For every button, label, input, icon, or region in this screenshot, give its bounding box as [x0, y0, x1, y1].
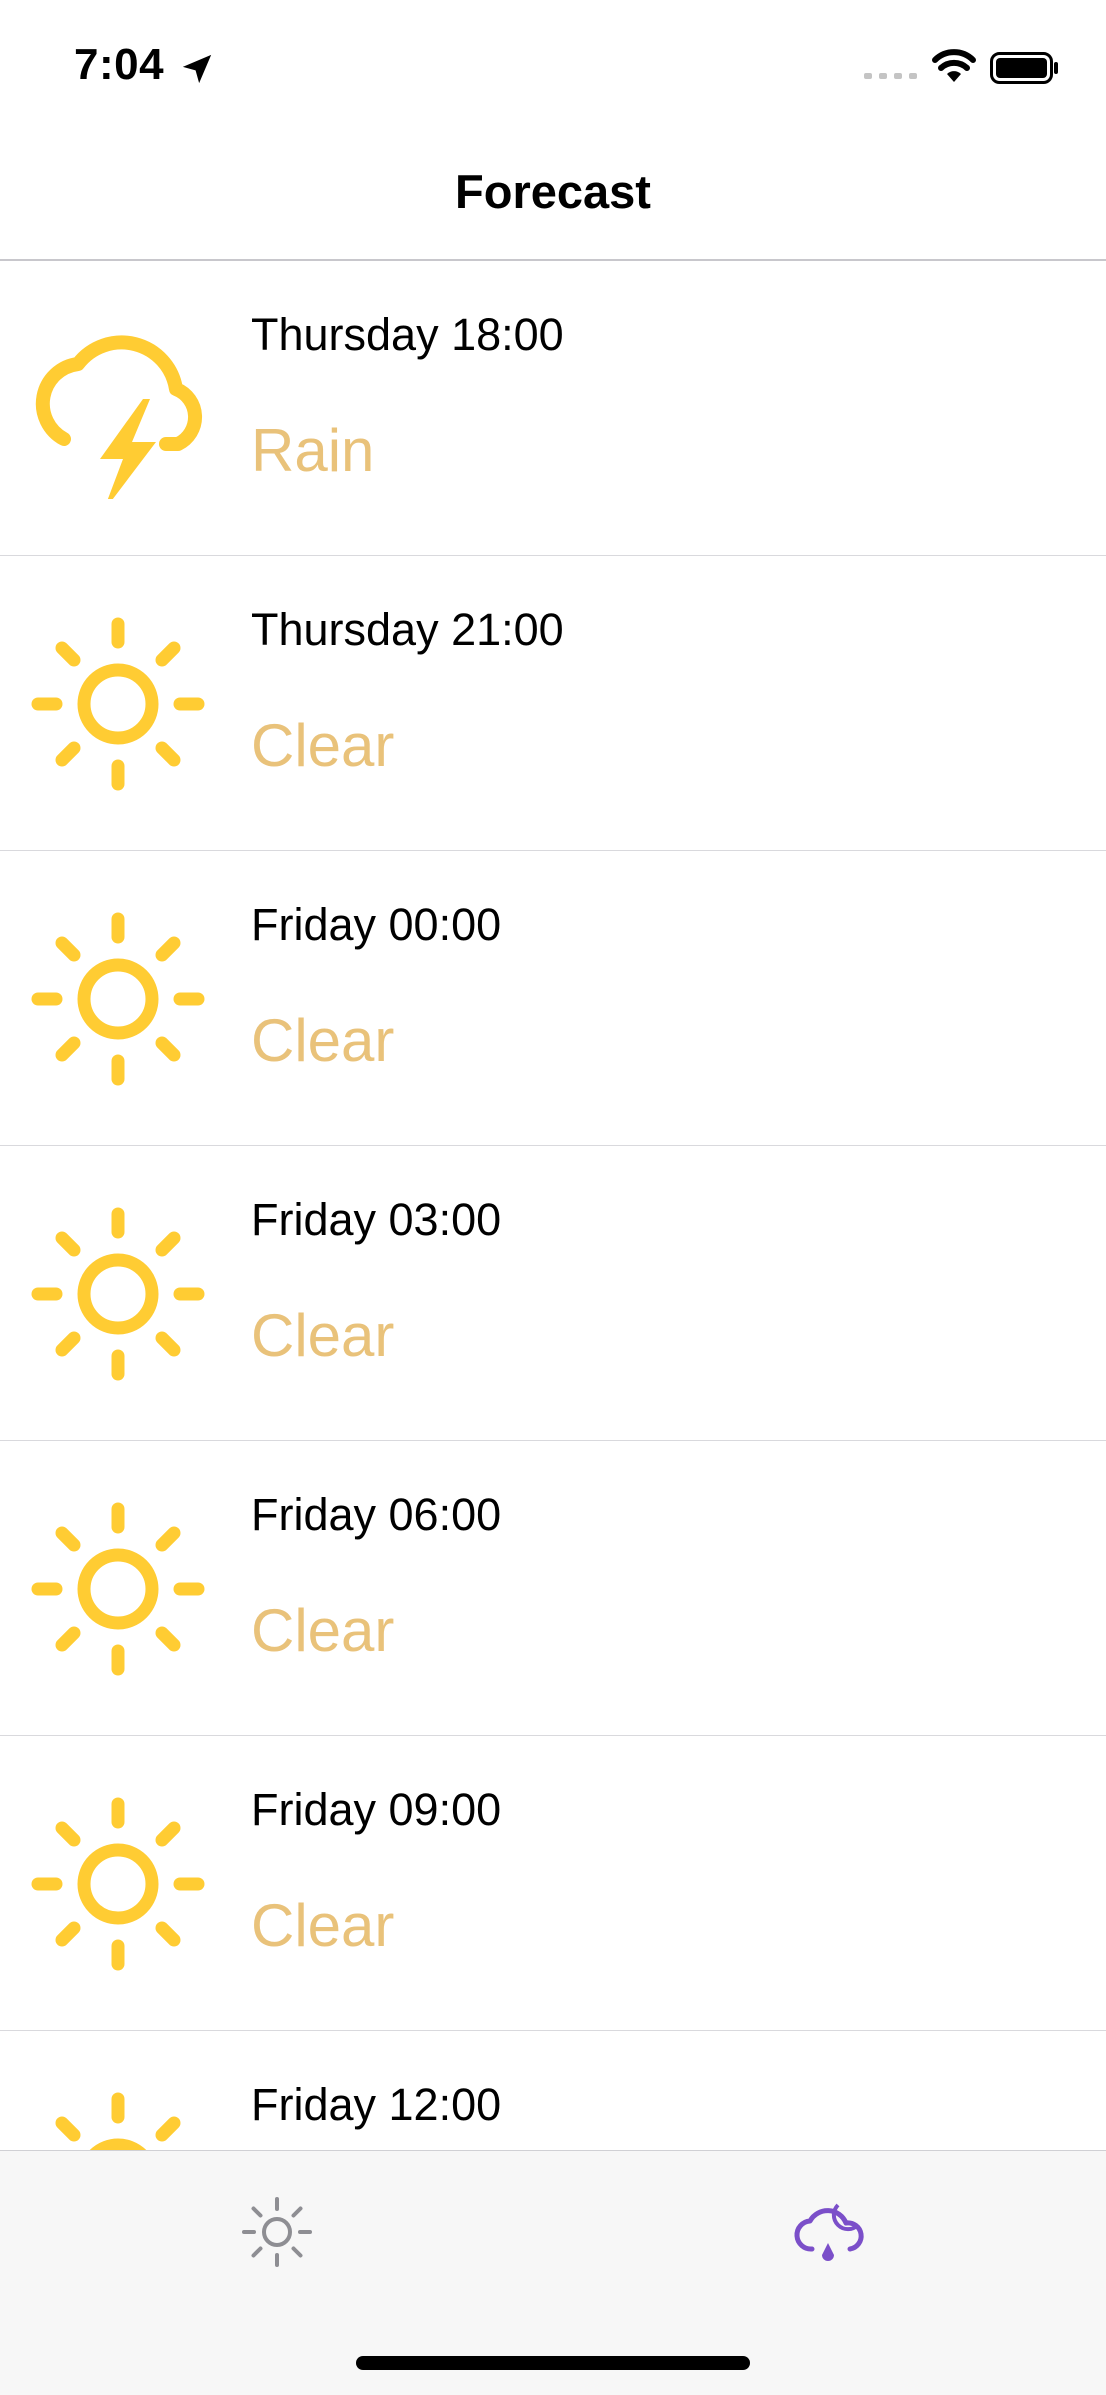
location-arrow-icon — [182, 54, 212, 84]
forecast-time: Friday 09:00 — [251, 1784, 502, 1835]
forecast-time: Friday 00:00 — [251, 899, 502, 950]
forecast-row[interactable]: Thursday 18:00 Rain — [0, 261, 1106, 556]
status-bar: 7:04 — [0, 0, 1106, 130]
forecast-row[interactable]: Thursday 21:00 Clear — [0, 556, 1106, 851]
forecast-condition: Clear — [251, 712, 395, 779]
sun-icon — [55, 2092, 181, 2150]
cloud-moon-rain-icon[interactable] — [786, 2187, 876, 2277]
forecast-time: Friday 12:00 — [251, 2079, 502, 2130]
forecast-list[interactable]: Thursday 18:00 Rain Thursday 21:00 Clear — [0, 261, 1106, 2150]
forecast-condition: Rain — [251, 417, 375, 484]
thunderstorm-icon — [35, 335, 203, 499]
forecast-time: Friday 03:00 — [251, 1194, 502, 1245]
forecast-condition: Clear — [251, 1892, 395, 1959]
sun-icon — [31, 912, 205, 1086]
forecast-condition: Clear — [251, 1302, 395, 1369]
page-title: Forecast — [455, 165, 651, 218]
wifi-icon — [932, 49, 976, 82]
forecast-row[interactable]: Friday 03:00 Clear — [0, 1146, 1106, 1441]
forecast-time: Friday 06:00 — [251, 1489, 502, 1540]
forecast-time: Thursday 21:00 — [251, 604, 564, 655]
sun-icon — [31, 1502, 205, 1676]
sun-icon — [31, 1797, 205, 1971]
forecast-row[interactable]: Friday 00:00 Clear — [0, 851, 1106, 1146]
status-time: 7:04 — [74, 40, 165, 89]
sun-icon — [31, 1207, 205, 1381]
forecast-condition: Clear — [251, 1007, 395, 1074]
forecast-row[interactable]: Friday 09:00 Clear — [0, 1736, 1106, 2031]
cellular-signal-icon — [864, 73, 917, 79]
sun-outline-icon[interactable] — [232, 2187, 322, 2277]
forecast-time: Thursday 18:00 — [251, 309, 564, 360]
battery-icon — [990, 52, 1058, 84]
home-indicator[interactable] — [356, 2356, 750, 2370]
sun-icon — [31, 617, 205, 791]
forecast-condition: Clear — [251, 1597, 395, 1664]
forecast-row[interactable]: Friday 06:00 Clear — [0, 1441, 1106, 1736]
forecast-row[interactable]: Friday 12:00 — [0, 2031, 1106, 2150]
